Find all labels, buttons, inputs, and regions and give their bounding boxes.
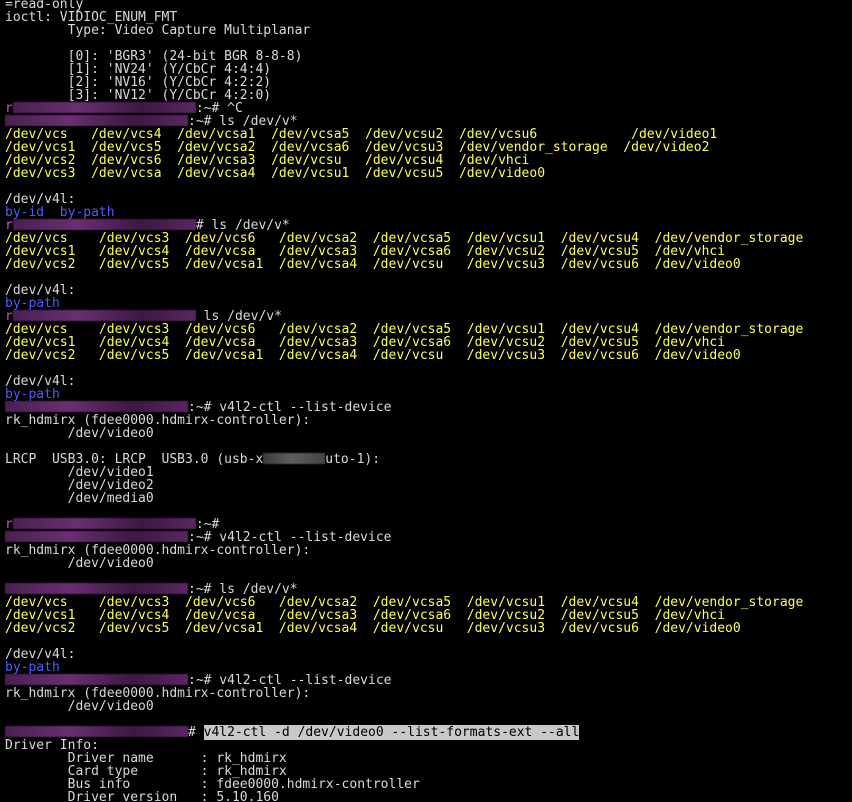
output-text: /dev/media0 [5,491,154,506]
output-line: Type: Video Capture Multiplanar [5,23,311,38]
output-line: by-path [5,297,60,310]
directory-listing: by-path [5,387,60,402]
output-line: /dev/vcs2 /dev/vcs5 /dev/vcsa1 /dev/vcsa… [5,349,741,362]
output-line: by-path [5,388,60,401]
output-text: Type: Video Capture Multiplanar [5,23,311,38]
redacted-prompt [5,583,188,594]
output-line: /dev/media0 [5,492,154,505]
output-text: /dev/video0 [5,699,154,714]
directory-listing: by-path [5,660,60,675]
directory-listing: by-id by-path [5,205,115,220]
output-line: /dev/video0 [5,557,154,570]
redacted-prompt [12,518,196,529]
prompt-user-initial: r [5,101,13,116]
redacted-prompt [5,726,188,737]
output-line: /dev/video0 [5,700,154,713]
output-line: /dev/video0 [5,427,154,440]
output-line: /dev/vcs3 /dev/vcsa /dev/vcsa4 /dev/vcsu… [5,167,545,180]
prompt-user-initial: r [5,517,13,532]
output-text: Driver version : 5.10.160 [5,790,279,802]
selected-command-text[interactable]: v4l2-ctl -d /dev/video0 --list-formats-e… [203,725,580,740]
redacted-prompt [12,219,196,230]
device-listing: /dev/vcs3 /dev/vcsa /dev/vcsa4 /dev/vcsu… [5,166,546,181]
output-line: by-path [5,661,60,674]
redacted-prompt [5,674,188,685]
output-line: Driver version : 5.10.160 [5,791,279,802]
redacted-prompt [5,115,188,126]
directory-listing: by-path [5,296,60,311]
redacted-prompt [12,310,196,321]
device-listing: /dev/vcs2 /dev/vcs5 /dev/vcsa1 /dev/vcsa… [5,257,741,272]
terminal-window[interactable]: =read-only ioctl: VIDIOC_ENUM_FMT Type: V… [0,0,852,802]
command-text: # [188,725,204,740]
output-line: /dev/vcs2 /dev/vcs5 /dev/vcsa1 /dev/vcsa… [5,622,741,635]
redacted-prompt [5,531,188,542]
output-line: by-id by-path [5,206,115,219]
output-text: /dev/video0 [5,556,154,571]
output-line: /dev/vcs2 /dev/vcs5 /dev/vcsa1 /dev/vcsa… [5,258,741,271]
output-text: uto-1): [325,452,381,467]
output-text: /dev/video0 [5,426,154,441]
redacted-prompt [12,102,196,113]
device-listing: /dev/vcs2 /dev/vcs5 /dev/vcsa1 /dev/vcsa… [5,621,741,636]
device-listing: /dev/vcs2 /dev/vcs5 /dev/vcsa1 /dev/vcsa… [5,348,741,363]
redacted-text [263,453,326,464]
redacted-prompt [5,401,188,412]
